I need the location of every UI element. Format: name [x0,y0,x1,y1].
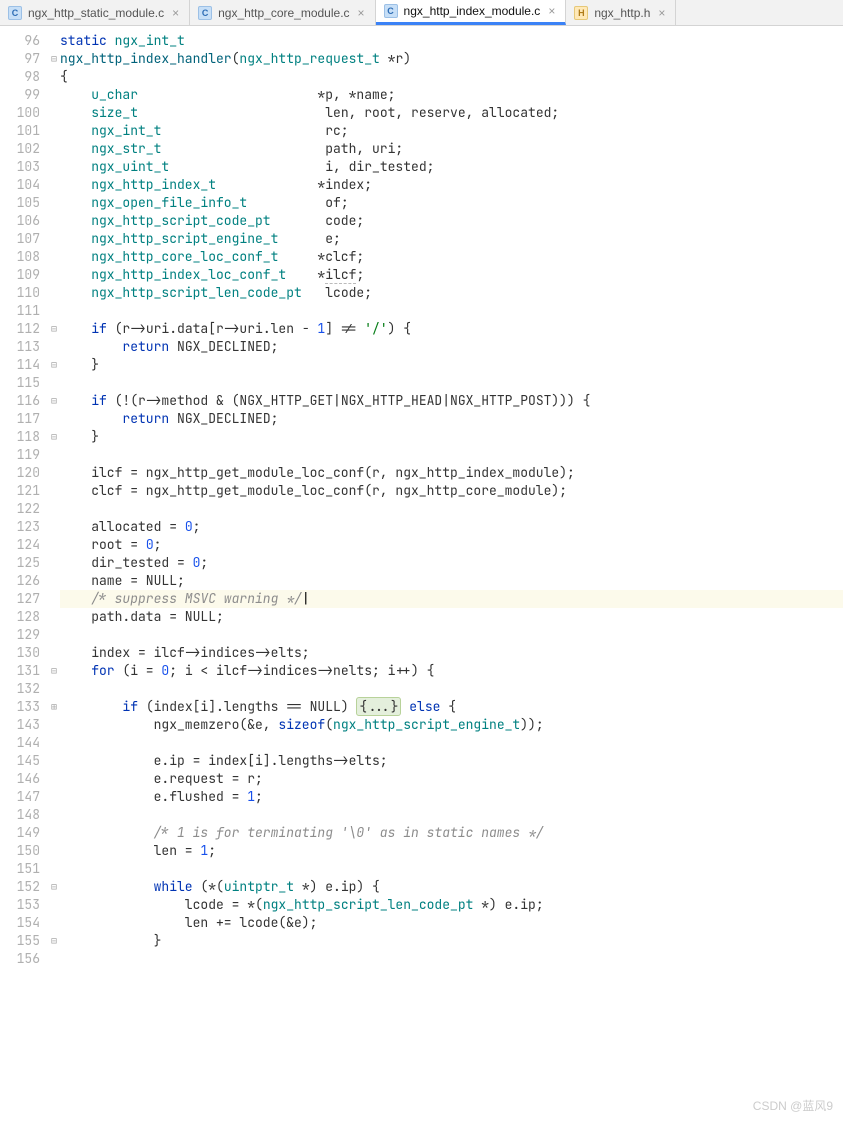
close-icon[interactable]: × [356,6,367,20]
code-line[interactable]: e.request = r; [60,770,843,788]
code-line[interactable]: allocated = 0; [60,518,843,536]
code-line[interactable]: if (r->uri.data[r->uri.len - 1] != '/') … [60,320,843,338]
fold-gutter: ⊟⊟⊟⊟⊟⊟⊞⊟⊟ [48,26,60,1122]
code-line[interactable] [60,734,843,752]
tab-ngx_http_core_module-c[interactable]: Cngx_http_core_module.c × [190,0,375,25]
code-line[interactable] [60,500,843,518]
tab-label: ngx_http_index_module.c [404,4,541,18]
code-line[interactable]: lcode = *(ngx_http_script_len_code_pt *)… [60,896,843,914]
tab-label: ngx_http_static_module.c [28,6,164,20]
tab-ngx_http-h[interactable]: Hngx_http.h × [566,0,676,25]
watermark: CSDN @蓝风9 [753,1097,833,1114]
close-icon[interactable]: × [546,4,557,18]
tab-ngx_http_static_module-c[interactable]: Cngx_http_static_module.c × [0,0,190,25]
code-line[interactable]: ngx_http_core_loc_conf_t *clcf; [60,248,843,266]
code-line[interactable]: ngx_int_t rc; [60,122,843,140]
code-line[interactable]: name = NULL; [60,572,843,590]
code-line[interactable]: e.ip = index[i].lengths->elts; [60,752,843,770]
code-editor: 9697989910010110210310410510610710810911… [0,26,843,1122]
code-line[interactable] [60,374,843,392]
code-line[interactable]: len = 1; [60,842,843,860]
code-line[interactable]: ngx_http_index_t *index; [60,176,843,194]
line-gutter: 9697989910010110210310410510610710810911… [0,26,48,1122]
code-line[interactable]: e.flushed = 1; [60,788,843,806]
code-line[interactable]: if (index[i].lengths == NULL) {...} else… [60,698,843,716]
code-line[interactable]: len += lcode(&e); [60,914,843,932]
code-line[interactable]: ngx_str_t path, uri; [60,140,843,158]
tab-label: ngx_http.h [594,6,650,20]
code-line[interactable]: index = ilcf->indices->elts; [60,644,843,662]
code-line[interactable]: ngx_open_file_info_t of; [60,194,843,212]
code-line[interactable] [60,860,843,878]
h-file-icon: H [574,6,588,20]
code-area[interactable]: static ngx_int_tngx_http_index_handler(n… [60,26,843,1122]
code-line[interactable] [60,302,843,320]
code-line[interactable]: { [60,68,843,86]
c-file-icon: C [8,6,22,20]
code-line[interactable]: while (*(uintptr_t *) e.ip) { [60,878,843,896]
close-icon[interactable]: × [656,6,667,20]
code-line[interactable]: path.data = NULL; [60,608,843,626]
code-line[interactable]: /* suppress MSVC warning */ [60,590,843,608]
code-line[interactable]: return NGX_DECLINED; [60,410,843,428]
code-line[interactable]: return NGX_DECLINED; [60,338,843,356]
close-icon[interactable]: × [170,6,181,20]
code-line[interactable]: ngx_http_index_handler(ngx_http_request_… [60,50,843,68]
code-line[interactable]: ilcf = ngx_http_get_module_loc_conf(r, n… [60,464,843,482]
tab-ngx_http_index_module-c[interactable]: Cngx_http_index_module.c × [376,0,567,25]
code-line[interactable] [60,950,843,968]
code-line[interactable]: dir_tested = 0; [60,554,843,572]
code-line[interactable]: } [60,356,843,374]
tab-label: ngx_http_core_module.c [218,6,349,20]
code-line[interactable]: clcf = ngx_http_get_module_loc_conf(r, n… [60,482,843,500]
c-file-icon: C [384,4,398,18]
code-line[interactable] [60,446,843,464]
code-line[interactable]: static ngx_int_t [60,32,843,50]
code-line[interactable] [60,680,843,698]
code-line[interactable]: ngx_http_script_engine_t e; [60,230,843,248]
code-line[interactable]: for (i = 0; i < ilcf->indices->nelts; i+… [60,662,843,680]
code-line[interactable]: ngx_http_script_len_code_pt lcode; [60,284,843,302]
code-line[interactable]: ngx_http_index_loc_conf_t *ilcf; [60,266,843,284]
code-line[interactable]: if (!(r->method & (NGX_HTTP_GET|NGX_HTTP… [60,392,843,410]
code-line[interactable]: u_char *p, *name; [60,86,843,104]
code-line[interactable]: ngx_uint_t i, dir_tested; [60,158,843,176]
c-file-icon: C [198,6,212,20]
code-line[interactable]: root = 0; [60,536,843,554]
code-line[interactable]: ngx_memzero(&e, sizeof(ngx_http_script_e… [60,716,843,734]
code-line[interactable] [60,626,843,644]
code-line[interactable]: ngx_http_script_code_pt code; [60,212,843,230]
code-line[interactable]: } [60,932,843,950]
editor-tabs: Cngx_http_static_module.c×Cngx_http_core… [0,0,843,26]
code-line[interactable] [60,806,843,824]
code-line[interactable]: size_t len, root, reserve, allocated; [60,104,843,122]
code-line[interactable]: } [60,428,843,446]
code-line[interactable]: /* 1 is for terminating '\0' as in stati… [60,824,843,842]
